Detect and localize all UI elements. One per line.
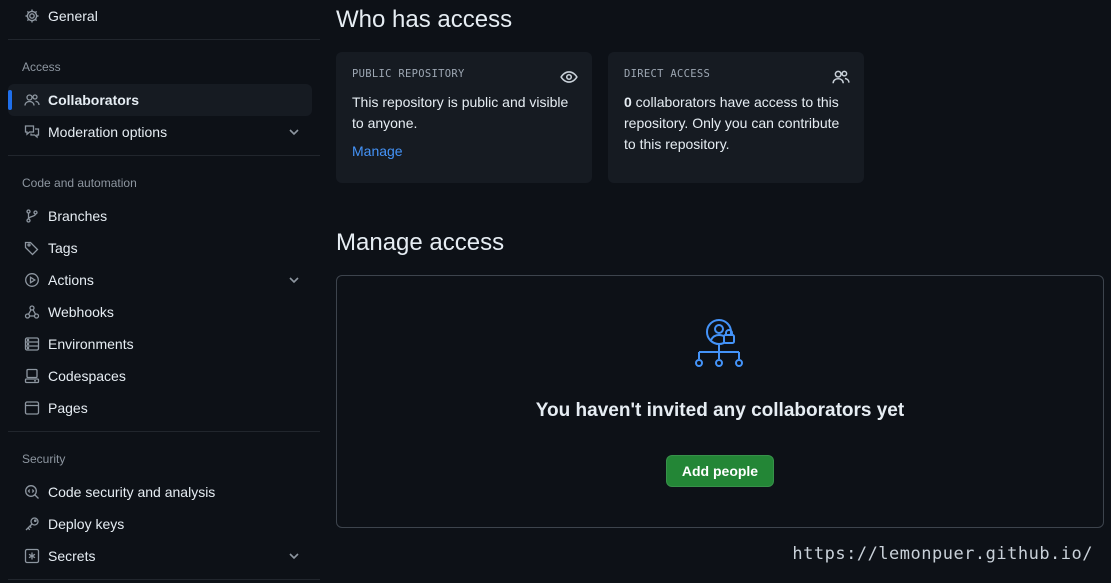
sidebar-item-pages[interactable]: Pages xyxy=(8,392,312,424)
people-icon xyxy=(832,68,850,86)
chevron-down-icon[interactable] xyxy=(286,124,302,140)
sidebar-item-label: Deploy keys xyxy=(48,516,125,532)
server-icon xyxy=(24,336,40,352)
add-people-button[interactable]: Add people xyxy=(666,455,774,487)
card-text: 0 collaborators have access to this repo… xyxy=(624,92,848,155)
gear-icon xyxy=(24,8,40,24)
person-lock-network-icon xyxy=(694,318,748,372)
sidebar-item-webhooks[interactable]: Webhooks xyxy=(8,296,312,328)
sidebar-divider xyxy=(8,431,320,432)
eye-icon xyxy=(560,68,578,86)
sidebar-item-label: Pages xyxy=(48,400,88,416)
sidebar-item-label: Webhooks xyxy=(48,304,114,320)
sidebar-item-label: Codespaces xyxy=(48,368,126,384)
sidebar-item-label: Actions xyxy=(48,272,94,288)
git-branch-icon xyxy=(24,208,40,224)
sidebar-item-label: Moderation options xyxy=(48,124,168,140)
codespaces-icon xyxy=(24,368,40,384)
people-icon xyxy=(24,92,40,108)
collaborator-count: 0 xyxy=(624,94,632,110)
card-text: This repository is public and visible to… xyxy=(352,94,569,131)
watermark: https://lemonpuer.github.io/ xyxy=(792,544,1093,564)
codescan-icon xyxy=(24,484,40,500)
public-repository-card: PUBLIC REPOSITORY This repository is pub… xyxy=(336,52,592,183)
sidebar-item-deploy-keys[interactable]: Deploy keys xyxy=(8,508,312,540)
sidebar-divider xyxy=(8,39,320,40)
sidebar-item-label: Environments xyxy=(48,336,134,352)
sidebar-section-security: Security xyxy=(22,452,66,466)
chevron-down-icon[interactable] xyxy=(286,272,302,288)
sidebar-section-code-automation: Code and automation xyxy=(22,176,137,190)
play-icon xyxy=(24,272,40,288)
sidebar-item-label: Secrets xyxy=(48,548,96,564)
tag-icon xyxy=(24,240,40,256)
sidebar-divider xyxy=(8,155,320,156)
sidebar-item-label: Tags xyxy=(48,240,78,256)
chevron-down-icon[interactable] xyxy=(286,548,302,564)
sidebar-section-access: Access xyxy=(22,60,61,74)
key-asterisk-icon xyxy=(24,548,40,564)
card-label: PUBLIC REPOSITORY xyxy=(352,68,465,80)
sidebar-item-label: Collaborators xyxy=(48,92,140,108)
sidebar-item-codespaces[interactable]: Codespaces xyxy=(8,360,312,392)
main-content: Who has access PUBLIC REPOSITORY This re… xyxy=(336,0,1111,583)
settings-sidebar: General Access Collaborators Moderation … xyxy=(0,0,322,583)
card-label: DIRECT ACCESS xyxy=(624,68,711,80)
sidebar-divider xyxy=(8,579,320,580)
manage-link[interactable]: Manage xyxy=(352,143,403,159)
sidebar-item-collaborators[interactable]: Collaborators xyxy=(8,84,312,116)
webhook-icon xyxy=(24,304,40,320)
sidebar-item-label: Code security and analysis xyxy=(48,484,216,500)
comment-discussion-icon xyxy=(24,124,40,140)
sidebar-item-code-security[interactable]: Code security and analysis xyxy=(8,476,312,508)
direct-access-card: DIRECT ACCESS 0 collaborators have acces… xyxy=(608,52,864,183)
sidebar-item-tags[interactable]: Tags xyxy=(8,232,312,264)
who-has-access-heading: Who has access xyxy=(336,6,513,33)
key-icon xyxy=(24,516,40,532)
manage-access-heading: Manage access xyxy=(336,229,505,256)
sidebar-item-branches[interactable]: Branches xyxy=(8,200,312,232)
sidebar-item-environments[interactable]: Environments xyxy=(8,328,312,360)
manage-access-blankslate: You haven't invited any collaborators ye… xyxy=(336,275,1104,528)
sidebar-item-secrets[interactable]: Secrets xyxy=(8,540,312,572)
sidebar-item-label: Branches xyxy=(48,208,108,224)
direct-access-text: collaborators have access to this reposi… xyxy=(624,94,840,152)
blankslate-title: You haven't invited any collaborators ye… xyxy=(535,400,905,421)
sidebar-item-general[interactable]: General xyxy=(8,0,312,32)
browser-icon xyxy=(24,400,40,416)
sidebar-item-label: General xyxy=(48,8,98,24)
sidebar-item-moderation-options[interactable]: Moderation options xyxy=(8,116,312,148)
sidebar-item-actions[interactable]: Actions xyxy=(8,264,312,296)
